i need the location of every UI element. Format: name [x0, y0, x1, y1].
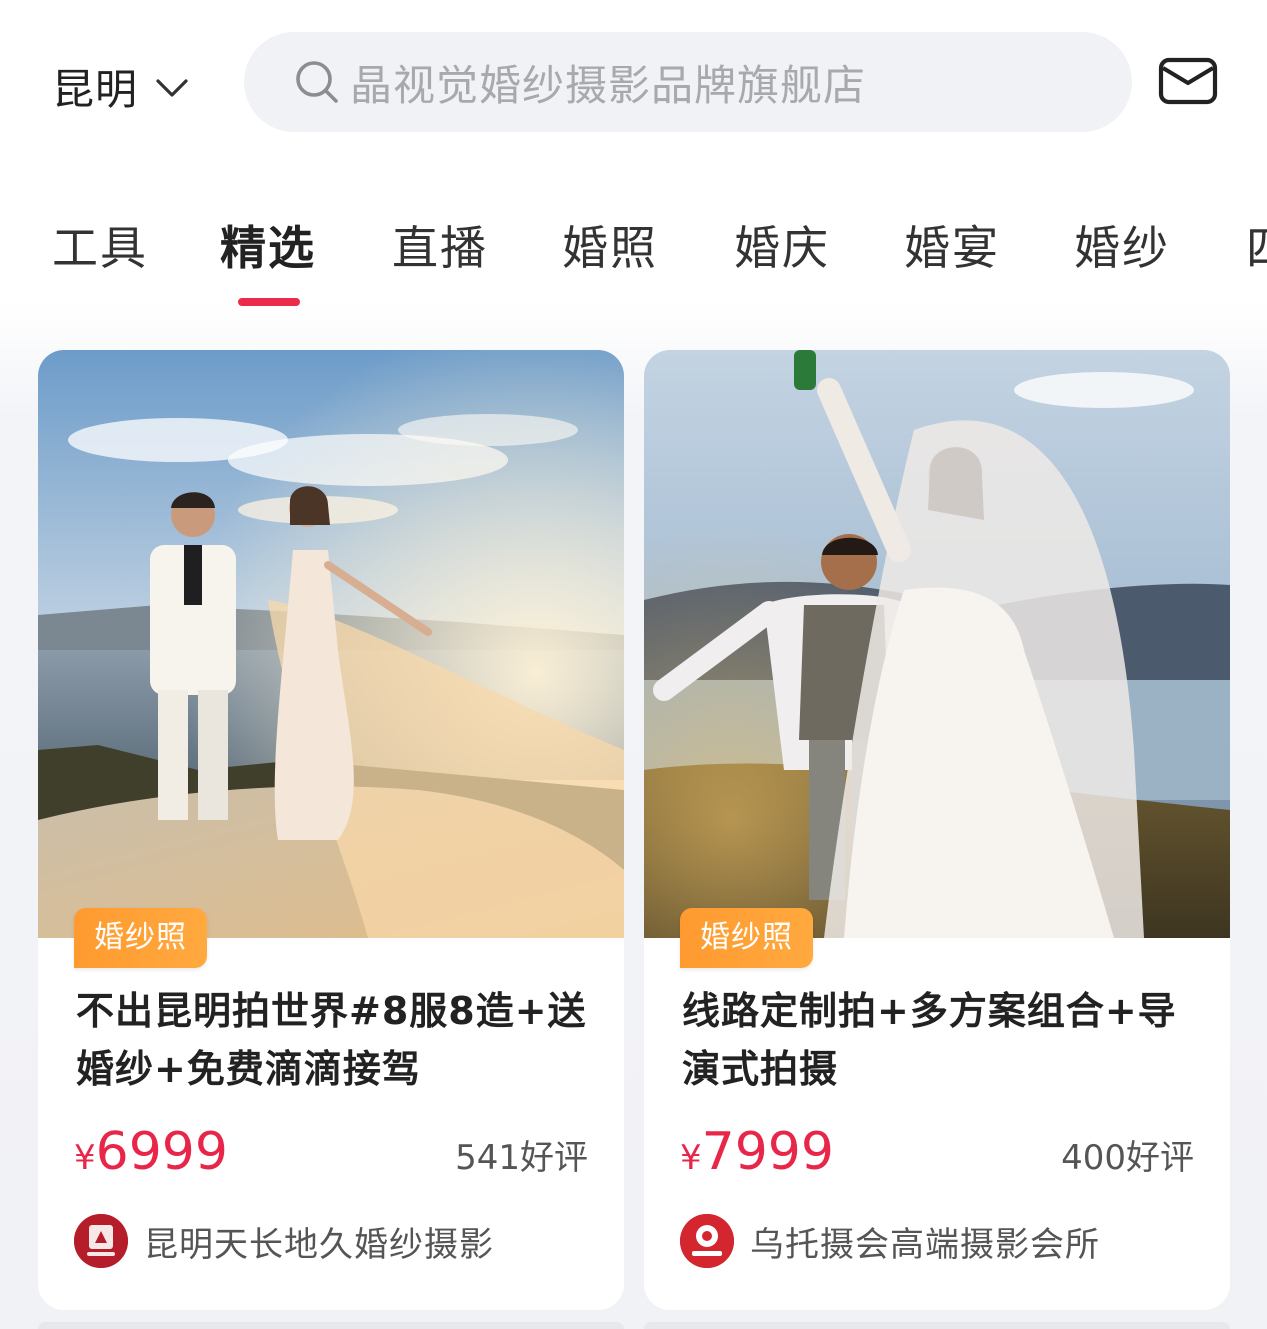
tab-wedding-banquet[interactable]: 婚宴	[904, 212, 1000, 278]
review-count: 541好评	[455, 1138, 588, 1178]
shop-logo-icon	[74, 1214, 128, 1268]
product-card[interactable]: 婚纱照 线路定制拍+多方案组合+导演式拍摄 ¥7999 400好评 乌托摄会高端…	[644, 350, 1230, 1310]
next-card-peek	[38, 1322, 624, 1329]
city-selector[interactable]: 昆明	[52, 56, 192, 117]
tab-wedding-ceremony[interactable]: 婚庆	[734, 212, 830, 278]
product-photo	[38, 350, 624, 938]
price-value: 6999	[95, 1122, 228, 1182]
price-value: 7999	[701, 1122, 834, 1182]
product-photo	[644, 350, 1230, 938]
category-tag: 婚纱照	[680, 908, 813, 968]
shop-logo-icon	[680, 1214, 734, 1268]
product-price: ¥7999	[680, 1122, 834, 1182]
search-icon	[296, 61, 338, 103]
active-tab-indicator	[238, 298, 300, 306]
shop-info[interactable]: 昆明天长地久婚纱摄影	[74, 1214, 494, 1268]
category-tabs: 工具 精选 直播 婚照 婚庆 婚宴 婚纱 四	[0, 200, 1267, 310]
product-price: ¥6999	[74, 1122, 228, 1182]
category-tag: 婚纱照	[74, 908, 207, 968]
product-title: 不出昆明拍世界#8服8造+送婚纱+免费滴滴接驾	[76, 989, 587, 1091]
chevron-down-icon	[156, 78, 188, 97]
top-bar: 昆明 晶视觉婚纱摄影品牌旗舰店	[0, 0, 1267, 160]
next-card-peek	[644, 1322, 1230, 1329]
shop-info[interactable]: 乌托摄会高端摄影会所	[680, 1214, 1100, 1268]
review-count: 400好评	[1061, 1138, 1194, 1178]
shop-name: 昆明天长地久婚纱摄影	[144, 1224, 494, 1265]
search-placeholder: 晶视觉婚纱摄影品牌旗舰店	[350, 60, 867, 110]
tab-live[interactable]: 直播	[392, 212, 488, 278]
currency-symbol: ¥	[680, 1138, 702, 1178]
currency-symbol: ¥	[74, 1138, 96, 1178]
shop-name: 乌托摄会高端摄影会所	[750, 1224, 1100, 1265]
tab-tools[interactable]: 工具	[52, 212, 148, 278]
tab-wedding-photo[interactable]: 婚照	[562, 212, 658, 278]
product-title: 线路定制拍+多方案组合+导演式拍摄	[682, 989, 1177, 1091]
mail-icon[interactable]	[1158, 56, 1218, 106]
tab-wedding-dress[interactable]: 婚纱	[1074, 212, 1170, 278]
tab-featured[interactable]: 精选	[220, 212, 316, 278]
tab-more[interactable]: 四	[1246, 212, 1267, 278]
product-card[interactable]: 婚纱照 不出昆明拍世界#8服8造+送婚纱+免费滴滴接驾 ¥6999 541好评 …	[38, 350, 624, 1310]
city-label: 昆明	[52, 65, 139, 114]
search-bar[interactable]: 晶视觉婚纱摄影品牌旗舰店	[244, 32, 1132, 132]
